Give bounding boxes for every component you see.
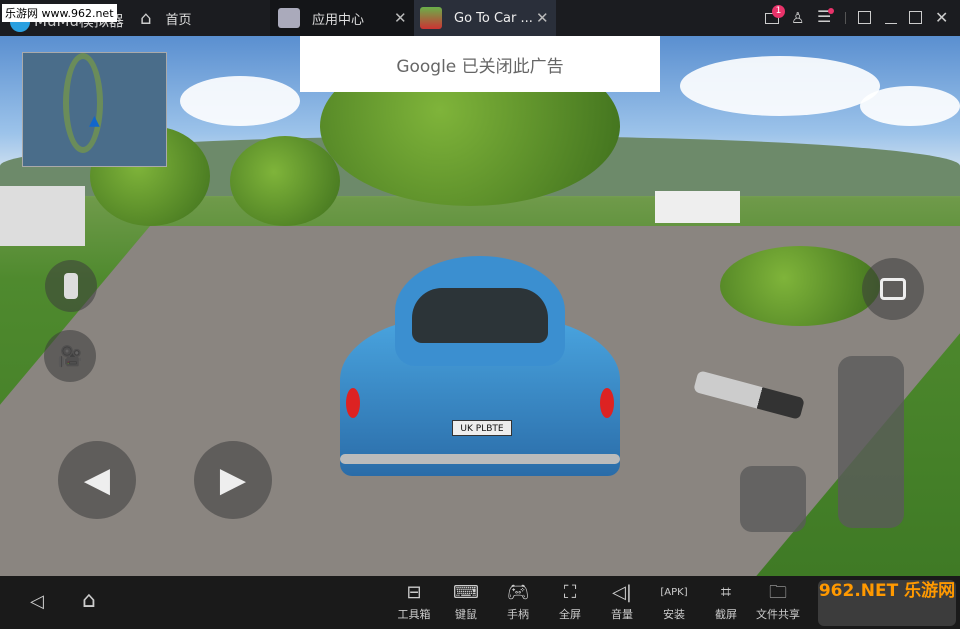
mail-badge: 1 [772, 5, 785, 18]
bottle-button[interactable] [45, 260, 97, 312]
tree [720, 246, 880, 326]
player-marker-icon: ▲ [89, 113, 100, 129]
back-button[interactable]: ◁ [30, 591, 44, 612]
home-icon: ⌂ [140, 7, 152, 29]
bottle-icon [64, 273, 78, 299]
gamepad-button[interactable]: 🎮︎ 手柄 [492, 580, 544, 622]
home-button[interactable]: ⌂ [82, 588, 96, 613]
menu-dot [828, 8, 834, 14]
steer-left-button[interactable]: ◀ [58, 441, 136, 519]
file-share-button[interactable]: 🗀 文件共享 [752, 580, 804, 622]
tree [230, 136, 340, 226]
minimap[interactable]: ▲ [22, 52, 167, 167]
keyboard-mouse-button[interactable]: ⌨ 键鼠 [440, 580, 492, 622]
tab-label: Go To Car ... [454, 10, 533, 26]
maximize-button[interactable] [909, 11, 922, 24]
game-icon [420, 7, 442, 29]
tab-home[interactable]: ⌂ 首页 [140, 0, 270, 36]
watermark: 乐游网 www.962.net [2, 4, 117, 22]
logo-watermark: 962.NET 乐游网 [818, 580, 956, 626]
license-plate: UK PLBTE [452, 420, 512, 436]
gamepad-icon: 🎮︎ [506, 582, 530, 603]
toolbox-button[interactable]: ⊟ 工具箱 [388, 580, 440, 622]
keyboard-icon: ⌨ [453, 582, 479, 603]
screenshot-button[interactable]: ⌗ 截屏 [700, 580, 752, 622]
cloud [860, 86, 960, 126]
gas-pedal[interactable] [838, 356, 904, 528]
app-store-icon [278, 8, 300, 28]
ad-closed-banner: Google 已关闭此广告 [300, 36, 660, 92]
close-window-button[interactable]: ✕ [935, 8, 948, 27]
camera-button[interactable]: 🎥 [44, 330, 96, 382]
close-tab-button[interactable]: ✕ [394, 9, 407, 27]
tail-light [600, 388, 614, 418]
minimize-button[interactable] [885, 23, 897, 24]
apk-install-icon: [APK] [660, 587, 688, 598]
restore-window-icon[interactable] [858, 11, 871, 24]
tail-light [346, 388, 360, 418]
brake-pedal[interactable] [740, 466, 806, 532]
title-bar: 乐游网 www.962.net MuMu模拟器 ⌂ 首页 应用中心 ✕ Go T… [0, 0, 960, 36]
steer-right-button[interactable]: ▶ [194, 441, 272, 519]
cloud [180, 76, 300, 126]
close-tab-button[interactable]: ✕ [536, 9, 549, 27]
tab-game[interactable]: Go To Car ... ✕ [414, 0, 556, 36]
fullscreen-button[interactable]: ⛶ 全屏 [544, 580, 596, 622]
user-icon[interactable]: ♙ [791, 9, 804, 27]
folder-icon: 🗀 [769, 582, 787, 603]
crop-icon: ⌗ [720, 582, 732, 603]
house [655, 191, 740, 223]
volume-button[interactable]: ◁| 音量 [596, 580, 648, 622]
bumper [340, 454, 620, 464]
camera-icon: 🎥 [57, 344, 83, 368]
game-view[interactable]: UK PLBTE ▲ 🎥 ◀ ▶ [0, 36, 960, 576]
toolbox-icon: ⊟ [406, 582, 422, 603]
fullscreen-icon: ⛶ [563, 582, 577, 603]
bottom-toolbar: ◁ ⌂ ⊟ 工具箱 ⌨ 键鼠 🎮︎ 手柄 ⛶ 全屏 ◁| 音量 [APK] 安装 ⌗ 截屏 🗀… [0, 576, 960, 629]
install-apk-button[interactable]: [APK] 安装 [648, 580, 700, 622]
cloud [680, 56, 880, 116]
divider [845, 12, 846, 24]
volume-icon: ◁| [612, 582, 632, 603]
car-view-icon [880, 278, 906, 300]
tab-app-center[interactable]: 应用中心 ✕ [270, 0, 414, 36]
minimap-road [63, 53, 103, 153]
house [0, 186, 85, 246]
player-car: UK PLBTE [340, 256, 620, 486]
tab-label: 首页 [165, 12, 192, 28]
tab-label: 应用中心 [312, 12, 365, 28]
change-view-button[interactable] [862, 258, 924, 320]
rear-window [412, 288, 548, 343]
